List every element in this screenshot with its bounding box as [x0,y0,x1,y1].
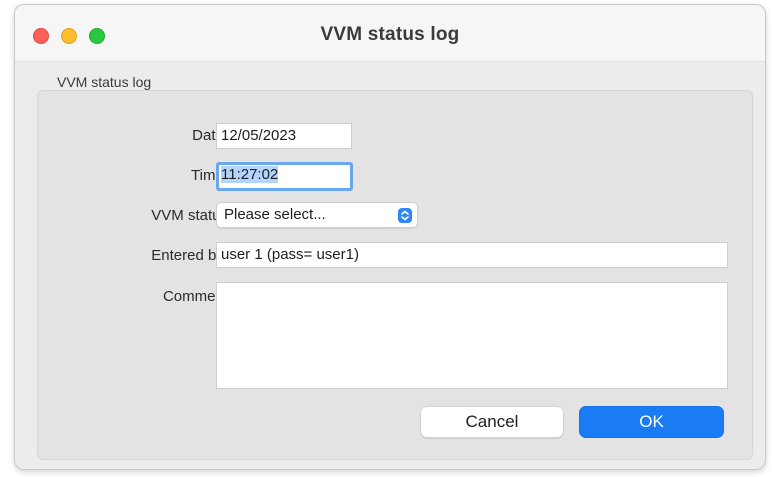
form-group-box: Date: 12/05/2023 Time: 11:27:02 VVM stat… [37,90,753,460]
vvm-status-label: VVM status [151,207,228,224]
ok-button[interactable]: OK [579,406,724,438]
time-label: Time: [191,167,228,184]
date-field[interactable]: 12/05/2023 [216,123,352,149]
group-label: VVM status log [57,74,152,90]
entered-by-field[interactable]: user 1 (pass= user1) [216,242,728,268]
time-field[interactable]: 11:27:02 [216,162,353,191]
entered-by-label: Entered by: [151,247,228,264]
time-field-selected-text: 11:27:02 [221,166,279,183]
vvm-status-select[interactable]: Please select... [216,202,418,228]
title-bar[interactable]: VVM status log [15,5,765,62]
dialog-window: VVM status log VVM status log Date: 12/0… [14,4,766,470]
comment-label: Comment [162,288,228,305]
window-title: VVM status log [320,24,460,45]
date-label: Date: [192,127,228,144]
up-down-chevron-icon [398,208,412,223]
cancel-button[interactable]: Cancel [420,406,564,438]
vvm-status-selected-value: Please select... [224,206,326,223]
comment-textarea[interactable] [216,282,728,389]
